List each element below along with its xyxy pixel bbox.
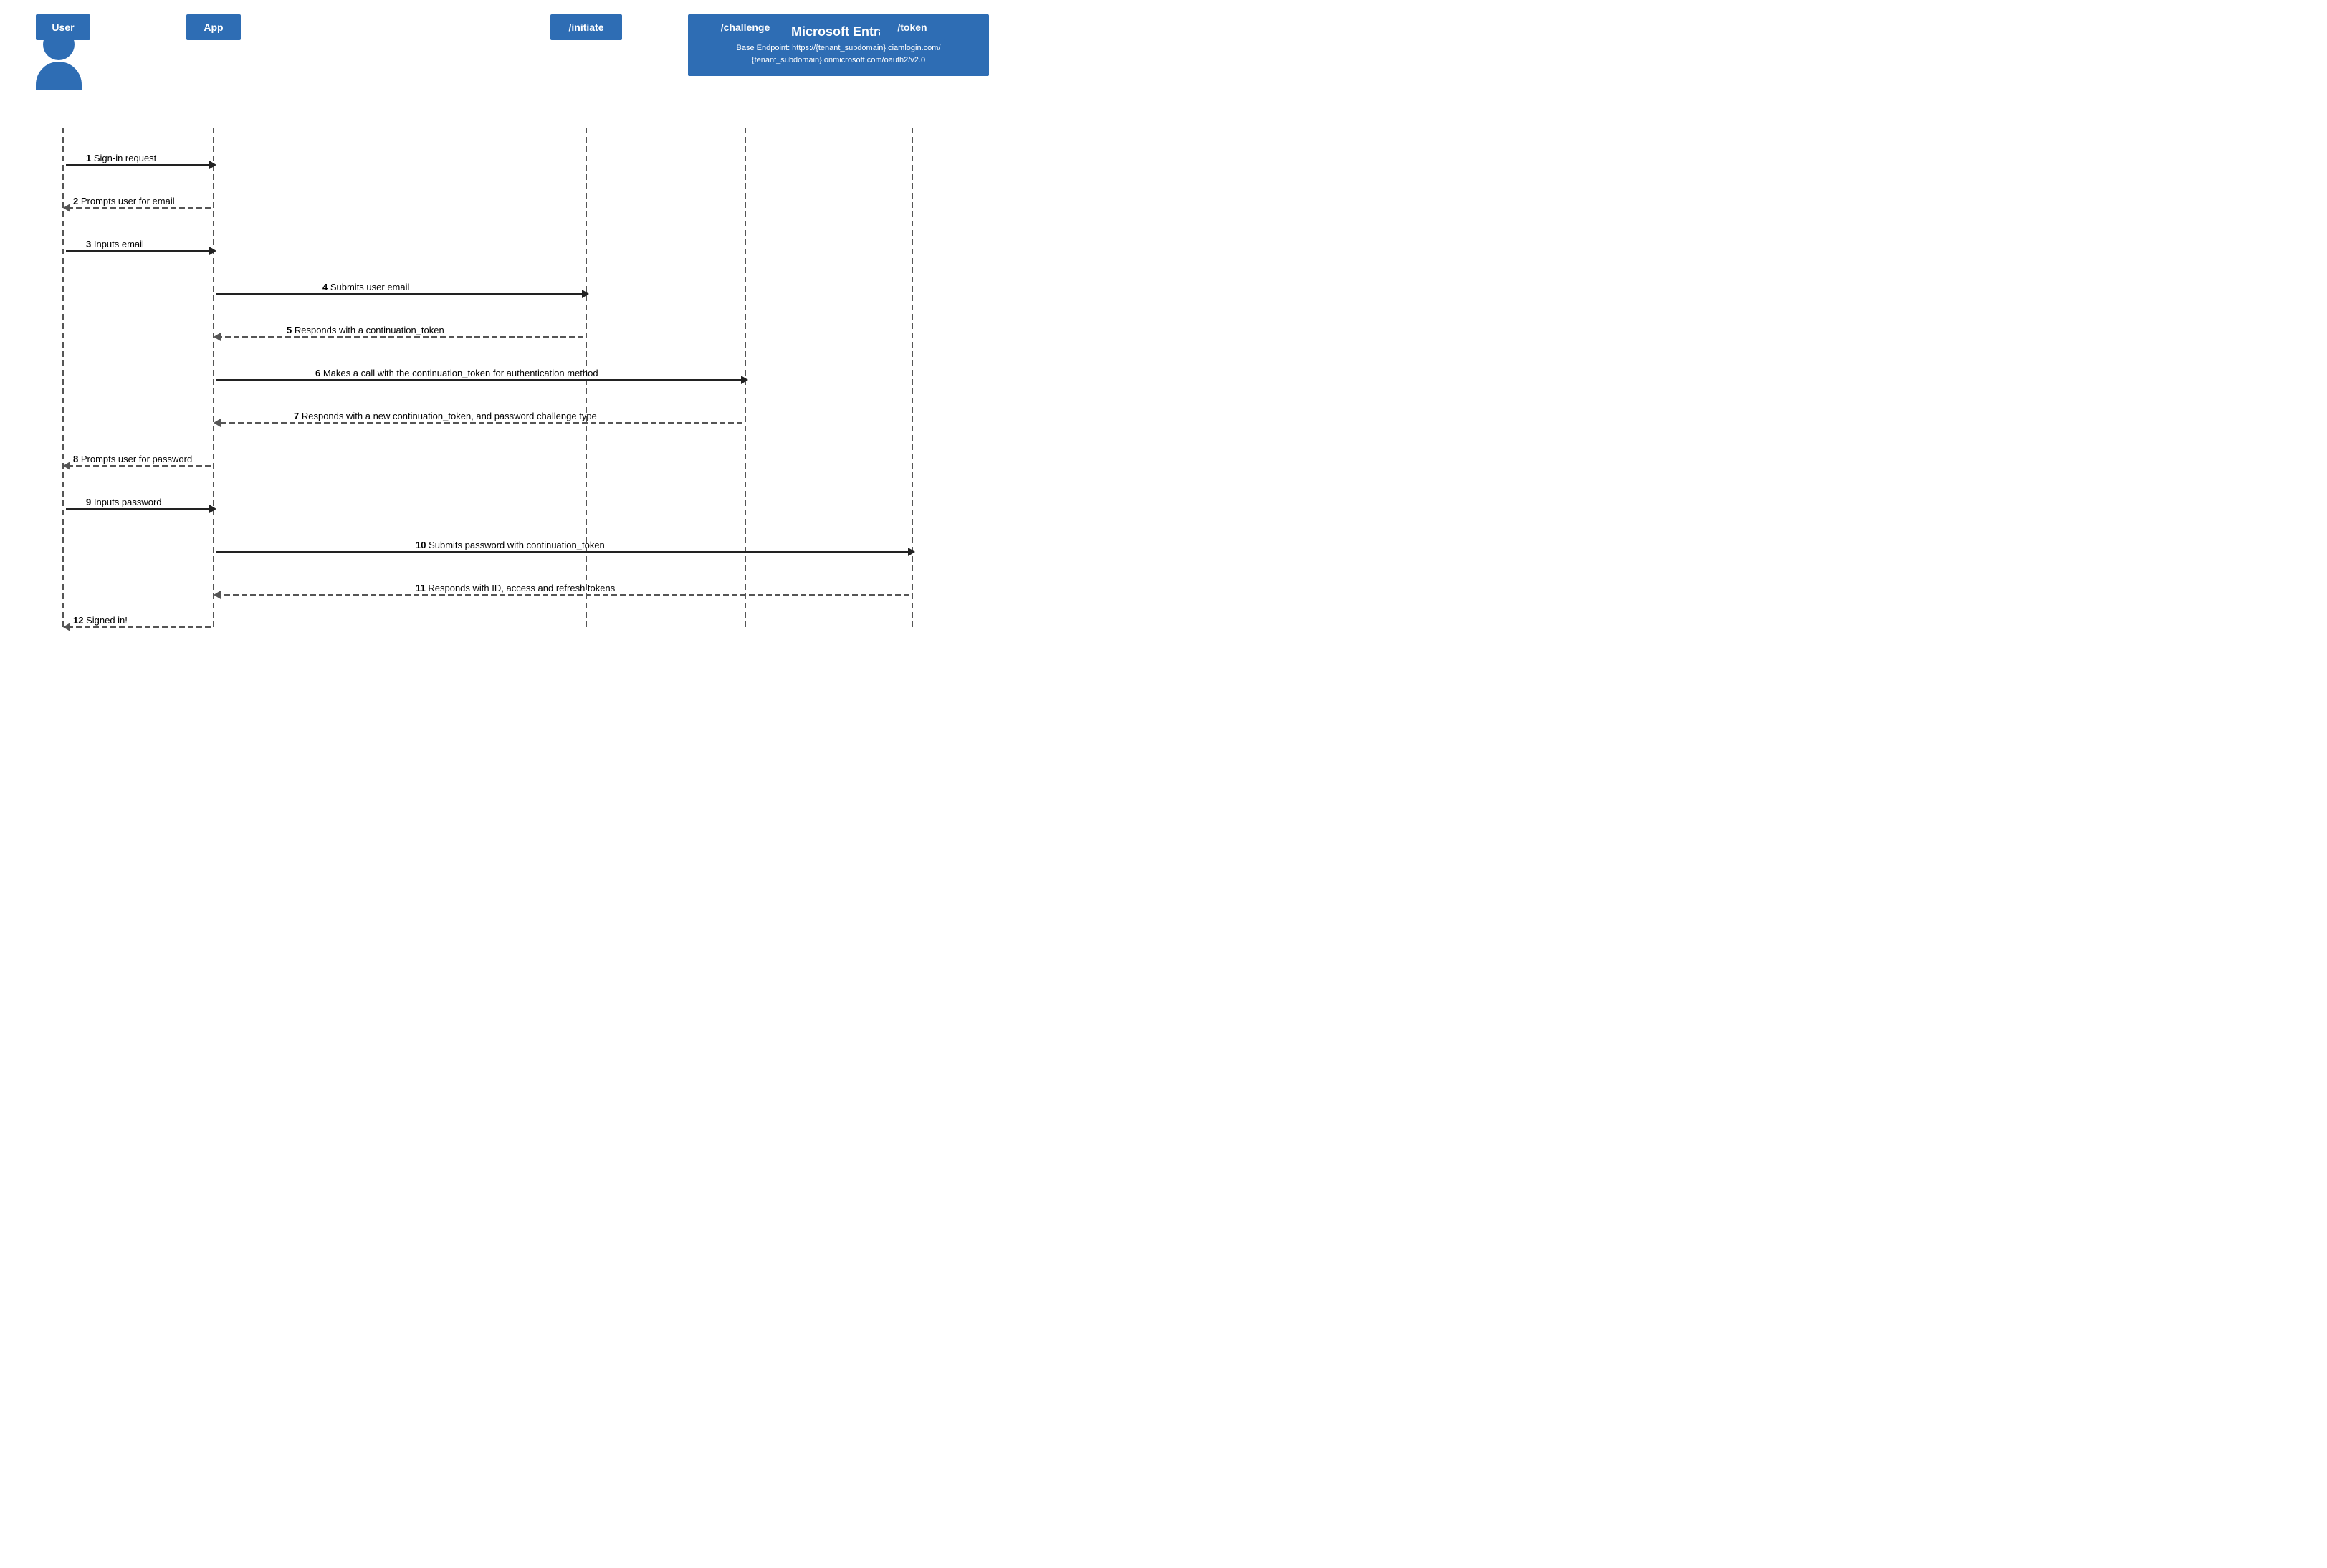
svg-text:2 Prompts user for email: 2 Prompts user for email (73, 196, 175, 206)
svg-text:10 Submits password with conti: 10 Submits password with continuation_to… (416, 540, 605, 550)
actor-token: /token (880, 14, 945, 40)
entra-subtitle: Base Endpoint: https://{tenant_subdomain… (701, 42, 976, 66)
user-body (36, 62, 82, 90)
svg-text:4 Submits user email: 4 Submits user email (322, 282, 409, 292)
svg-text:5 Responds with a continuation: 5 Responds with a continuation_token (287, 325, 444, 335)
svg-text:12 Signed in!: 12 Signed in! (73, 615, 128, 626)
actor-app: App (186, 14, 241, 40)
svg-text:9 Inputs password: 9 Inputs password (86, 497, 162, 507)
svg-text:8 Prompts user for password: 8 Prompts user for password (73, 454, 192, 464)
actor-initiate: /initiate (550, 14, 622, 40)
svg-text:6 Makes a call with the contin: 6 Makes a call with the continuation_tok… (315, 368, 598, 378)
actor-user: User (36, 14, 90, 40)
actor-challenge: /challenge (708, 14, 783, 40)
svg-text:3 Inputs email: 3 Inputs email (86, 239, 144, 249)
svg-text:1 Sign-in request: 1 Sign-in request (86, 153, 157, 163)
diagram-container: Microsoft Entra Base Endpoint: https://{… (14, 14, 989, 631)
svg-text:11 Responds with ID, access a: 11 Responds with ID, access and refresh … (416, 583, 616, 593)
svg-text:7 Responds with a new continua: 7 Responds with a new continuation_token… (294, 411, 597, 421)
arrows-svg: 1 Sign-in request 2 Prompts user for ema… (14, 14, 989, 631)
